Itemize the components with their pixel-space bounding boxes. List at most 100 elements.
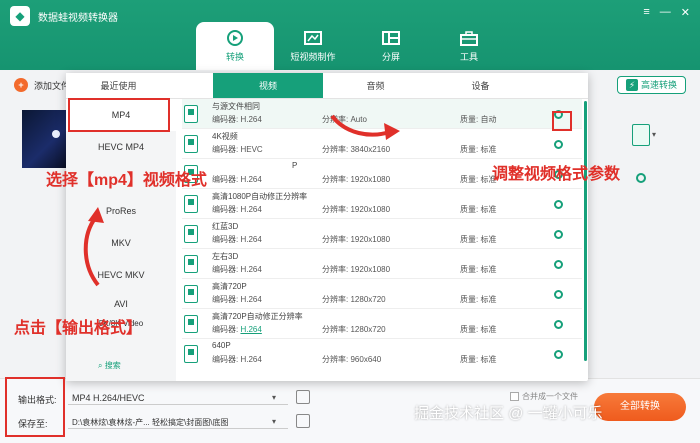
quality-label: 质量: [460,355,479,364]
preset-codec: 编码器: H.264 [212,234,262,245]
resolution-value: 1280x720 [350,295,386,304]
resolution-label: 分辨率: [322,175,349,184]
codec-value: H.264 [240,355,262,364]
codec-label: 编码器: [212,265,239,274]
quality-label: 质量: [460,205,479,214]
preset-row[interactable]: 高清720P 编码器: H.264 分辨率: 1280x720 质量: 标准 [182,279,582,309]
format-file-icon[interactable] [632,124,650,146]
resolution-label: 分辨率: [322,325,349,334]
high-speed-label: 高速转换 [640,80,677,90]
video-thumbnail[interactable] [22,110,66,168]
format-tabs: 最近使用 视频 音频 设备 [66,73,588,99]
add-file-button[interactable]: + 添加文件 [14,78,70,92]
resolution-value: 960x640 [350,355,382,364]
gear-icon[interactable] [634,171,648,185]
tab-device[interactable]: 设备 [428,73,533,98]
resolution-value: 1920x1080 [350,175,391,184]
toolbox-icon [460,31,478,46]
preset-quality: 质量: 标准 [460,264,496,275]
quality-value: 自动 [480,115,497,124]
preset-resolution: 分辨率: 1280x720 [322,294,386,305]
preset-row[interactable]: 640P 编码器: H.264 分辨率: 960x640 质量: 标准 [182,339,582,369]
codec-value: H.264 [240,325,262,334]
high-speed-button[interactable]: ⚡ 高速转换 [616,76,686,94]
preset-row[interactable]: 左右3D 编码器: H.264 分辨率: 1920x1080 质量: 标准 [182,249,582,279]
quality-value: 标准 [480,355,497,364]
output-format-value: MP4 H.264/HEVC [72,393,145,403]
resolution-label: 分辨率: [322,295,349,304]
folder-icon[interactable] [296,414,310,428]
preset-codec: 编码器: H.264 [212,264,262,275]
preset-codec: 编码器: H.264 [212,204,262,215]
highlight-mp4 [68,98,170,132]
video-file-icon [184,285,198,303]
format-hevc-mp4[interactable]: HEVC MP4 [66,131,176,163]
preset-quality: 质量: 标准 [460,174,496,185]
codec-value: H.264 [240,175,262,184]
preset-quality: 质量: 标准 [460,204,496,215]
video-file-icon [184,105,198,123]
video-file-icon [184,345,198,363]
video-file-icon [184,315,198,333]
menu-icon[interactable]: ≡ [643,6,649,19]
preset-resolution: 分辨率: 1920x1080 [322,174,390,185]
annotation-adjust: 调整视频格式参数 [492,166,621,183]
convert-all-button[interactable]: 全部转换 [594,393,686,421]
format-search[interactable]: ⌕ 搜索 [98,360,121,371]
minimize-icon[interactable]: — [660,6,671,19]
close-icon[interactable]: ✕ [681,6,690,19]
tab-audio[interactable]: 音频 [323,73,428,98]
preset-quality: 质量: 标准 [460,354,496,365]
quality-value: 标准 [480,205,497,214]
preset-scrollbar[interactable] [584,101,587,361]
search-icon: ⌕ [98,361,105,370]
quality-label: 质量: [460,295,479,304]
nav-short-video[interactable]: 短视频制作 [274,22,352,70]
chevron-down-icon[interactable]: ▾ [652,130,656,139]
quality-value: 标准 [480,235,497,244]
nav-split-screen[interactable]: 分屏 [352,22,430,70]
preset-resolution: 分辨率: 960x640 [322,354,381,365]
preset-codec: 编码器: HEVC [212,144,263,155]
preset-row[interactable]: 红蓝3D 编码器: H.264 分辨率: 1920x1080 质量: 标准 [182,219,582,249]
gear-icon[interactable] [554,230,563,239]
nav-split-screen-label: 分屏 [381,52,400,62]
resolution-value: 1920x1080 [350,235,391,244]
split-screen-icon [382,31,400,45]
gear-icon[interactable] [554,350,563,359]
format-settings-icon[interactable] [296,390,310,404]
chevron-down-icon[interactable]: ▾ [272,393,276,402]
nav-convert[interactable]: 转换 [196,22,274,70]
merge-checkbox[interactable]: 合并成一个文件 [510,391,578,402]
tab-recent[interactable]: 最近使用 [66,73,171,98]
nav-tools[interactable]: 工具 [430,22,508,70]
codec-label: 编码器: [212,325,239,334]
preset-name: 640P [212,341,231,350]
resolution-value: 1920x1080 [350,205,391,214]
preset-codec: 编码器: H.264 [212,324,262,335]
codec-label: 编码器: [212,235,239,244]
window-controls: ≡ — ✕ [643,6,690,19]
app-title: 数据蛙视频转换器 [38,13,118,24]
resolution-label: 分辨率: [322,355,349,364]
gear-icon[interactable] [554,320,563,329]
gear-icon[interactable] [554,140,563,149]
video-file-icon [184,225,198,243]
gear-icon[interactable] [554,290,563,299]
gear-icon[interactable] [554,200,563,209]
arrow-right-icon [330,114,400,140]
preset-name: 左右3D [212,252,239,261]
tab-video[interactable]: 视频 [213,73,323,98]
preset-name: 高清1080P自动修正分辨率 [212,192,308,201]
codec-label: 编码器: [212,355,239,364]
preset-codec: 编码器: H.264 [212,174,262,185]
resolution-value: 3840x2160 [350,145,391,154]
gear-icon[interactable] [554,260,563,269]
resolution-value: 1920x1080 [350,265,391,274]
preset-resolution: 分辨率: 1280x720 [322,324,386,335]
chevron-down-icon[interactable]: ▾ [272,417,276,426]
quality-label: 质量: [460,175,479,184]
preset-name: 与源文件相同 [212,102,260,111]
preset-row[interactable]: 高清1080P自动修正分辨率 编码器: H.264 分辨率: 1920x1080… [182,189,582,219]
preset-row[interactable]: 高清720P自动修正分辨率 编码器: H.264 分辨率: 1280x720 质… [182,309,582,339]
